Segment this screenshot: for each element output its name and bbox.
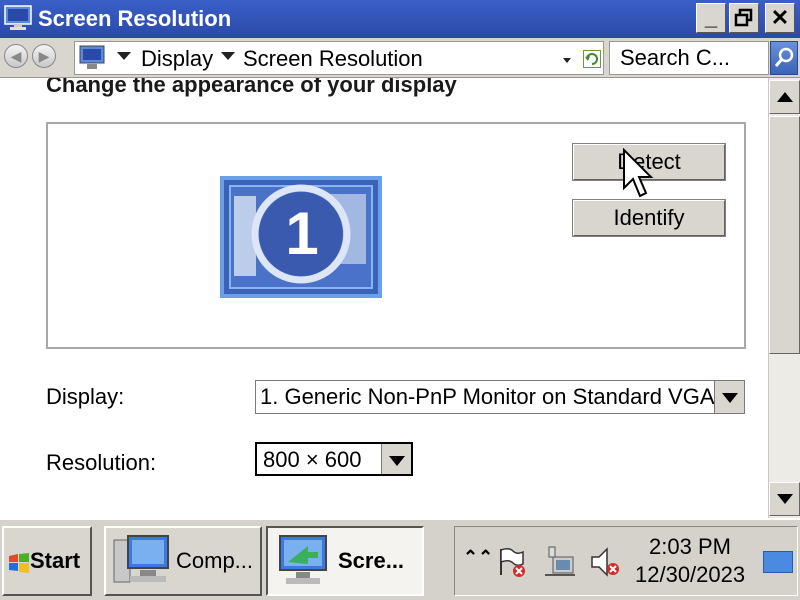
- page-title: Change the appearance of your display: [46, 78, 457, 97]
- display-select[interactable]: 1. Generic Non-PnP Monitor on Standard V…: [255, 380, 745, 414]
- clock-date: 12/30/2023: [635, 562, 746, 587]
- taskbar-screen-resolution-button[interactable]: Scre...: [266, 526, 424, 596]
- window-title: Screen Resolution: [38, 6, 232, 31]
- restore-icon: [734, 8, 753, 27]
- scroll-down-button[interactable]: [769, 482, 800, 516]
- scroll-thumb[interactable]: [769, 116, 800, 354]
- start-label: Start: [30, 548, 81, 573]
- screen-resolution-icon: [279, 535, 327, 584]
- start-button[interactable]: Start: [2, 526, 92, 596]
- breadcrumb[interactable]: Display Screen Resolution: [74, 41, 604, 75]
- search-button[interactable]: [770, 41, 798, 75]
- forward-button[interactable]: ▶: [32, 44, 56, 68]
- action-center-flag-icon[interactable]: [495, 545, 529, 579]
- clock[interactable]: 2:03 PM 12/30/2023: [635, 533, 745, 589]
- show-desktop-button[interactable]: [763, 551, 793, 573]
- scroll-up-button[interactable]: [769, 80, 800, 114]
- taskbar: Start Comp... Scre... ⌃⌃ 2:03 PM 12/30/2…: [0, 518, 800, 600]
- chevron-down-icon[interactable]: [714, 381, 744, 413]
- breadcrumb-screen-resolution[interactable]: Screen Resolution: [243, 46, 423, 72]
- search-icon: [774, 47, 794, 67]
- mouse-cursor-icon: [623, 148, 654, 198]
- back-button[interactable]: ◀: [4, 44, 28, 68]
- content-pane: Change the appearance of your display 1 …: [0, 78, 768, 518]
- address-bar: ◀ ▶ Display Screen Resolution Search C..…: [0, 38, 800, 78]
- resolution-select[interactable]: 800 × 600: [255, 442, 413, 476]
- search-input[interactable]: Search C...: [609, 41, 769, 75]
- breadcrumb-display[interactable]: Display: [141, 46, 213, 72]
- chevron-down-icon[interactable]: [117, 52, 131, 60]
- show-hidden-icons-icon[interactable]: ⌃⌃: [463, 547, 493, 568]
- display-settings-icon: [4, 5, 32, 30]
- taskbar-screen-resolution-label: Scre...: [338, 548, 405, 573]
- history-dropdown-icon[interactable]: [563, 58, 571, 63]
- clock-time: 2:03 PM: [649, 534, 731, 559]
- identify-button[interactable]: Identify: [572, 199, 726, 237]
- refresh-icon[interactable]: [583, 50, 601, 68]
- resolution-select-value: 800 × 600: [263, 447, 362, 472]
- display-select-value: 1. Generic Non-PnP Monitor on Standard V…: [260, 384, 715, 409]
- vertical-scrollbar[interactable]: [768, 78, 800, 518]
- chevron-down-icon[interactable]: [381, 444, 411, 474]
- taskbar-computer-label: Comp...: [176, 548, 254, 573]
- computer-icon: [113, 535, 169, 583]
- windows-logo-icon: [9, 553, 29, 573]
- taskbar-computer-button[interactable]: Comp...: [104, 526, 262, 596]
- display-settings-icon: [79, 45, 105, 69]
- minimize-button[interactable]: _: [696, 3, 726, 33]
- display-label: Display:: [46, 384, 125, 409]
- title-bar: Screen Resolution _ ✕: [0, 0, 800, 38]
- maximize-button[interactable]: [729, 3, 759, 33]
- system-tray: ⌃⌃ 2:03 PM 12/30/2023: [454, 526, 798, 596]
- network-icon[interactable]: [543, 545, 577, 579]
- volume-muted-icon[interactable]: [589, 545, 623, 579]
- chevron-down-icon[interactable]: [221, 52, 235, 60]
- close-button[interactable]: ✕: [765, 3, 795, 33]
- resolution-label: Resolution:: [46, 450, 157, 475]
- monitor-number: 1: [285, 200, 319, 267]
